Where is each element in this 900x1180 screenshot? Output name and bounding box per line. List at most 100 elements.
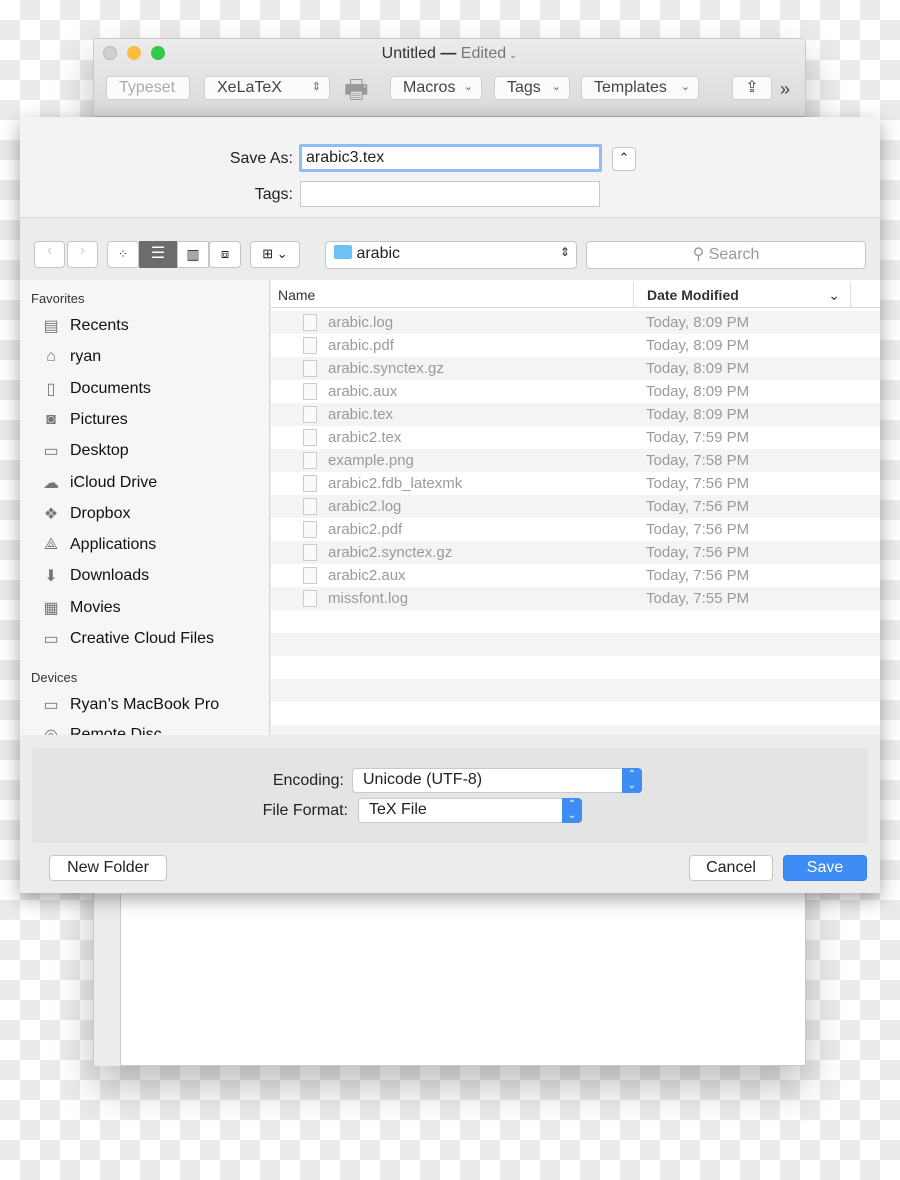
- file-icon: [303, 498, 317, 515]
- arrange-button[interactable]: ⊞ ⌄: [250, 241, 300, 268]
- macros-menu[interactable]: Macros ⌄: [390, 76, 482, 100]
- file-format-select[interactable]: TeX File ⌃ ⌄: [358, 798, 582, 823]
- empty-row: [271, 610, 880, 633]
- name-column-header[interactable]: Name: [278, 287, 315, 303]
- file-icon: [303, 337, 317, 354]
- file-icon: [303, 406, 317, 423]
- sidebar: Favorites ▤ Recents ⌂ ryan ▯ Documents ◙ Picture…: [20, 280, 270, 735]
- file-row[interactable]: arabic2.synctex.gz Today, 7:56 PM: [271, 541, 880, 564]
- empty-row: [271, 725, 880, 735]
- file-row[interactable]: arabic2.pdf Today, 7:56 PM: [271, 518, 880, 541]
- search-icon: ⚲: [692, 246, 705, 263]
- file-name: arabic2.fdb_latexmk: [328, 475, 463, 492]
- back-button[interactable]: ‹: [34, 241, 65, 268]
- file-date: Today, 7:59 PM: [646, 429, 750, 446]
- save-as-label: Save As:: [229, 150, 293, 167]
- file-icon: [303, 383, 317, 400]
- file-row[interactable]: arabic.synctex.gz Today, 8:09 PM: [271, 357, 880, 380]
- save-as-field[interactable]: arabic3.tex: [299, 144, 602, 172]
- engine-select[interactable]: XeLaTeX ⇕: [204, 76, 330, 100]
- file-date: Today, 8:09 PM: [646, 383, 750, 400]
- list-view-button[interactable]: ☰: [139, 241, 177, 268]
- sidebar-item-documents[interactable]: ▯ Documents: [40, 376, 151, 402]
- file-row[interactable]: missfont.log Today, 7:55 PM: [271, 587, 880, 610]
- save-button[interactable]: Save: [783, 855, 867, 881]
- location-popup[interactable]: arabic ⇕: [325, 241, 577, 269]
- favorites-header: Favorites: [31, 291, 85, 306]
- file-row[interactable]: arabic2.log Today, 7:56 PM: [271, 495, 880, 518]
- file-icon: [303, 567, 317, 584]
- devices-header: Devices: [31, 670, 78, 685]
- file-name: arabic.aux: [328, 383, 398, 400]
- downloads-icon: ⬇: [44, 568, 58, 586]
- folder-icon: [334, 245, 352, 259]
- file-row[interactable]: arabic.pdf Today, 8:09 PM: [271, 334, 880, 357]
- tags-menu[interactable]: Tags ⌄: [494, 76, 570, 100]
- sidebar-item-applications[interactable]: ⟁ Applications: [40, 532, 156, 558]
- sidebar-item-downloads[interactable]: ⬇ Downloads: [40, 563, 149, 589]
- toolbar-overflow-button[interactable]: »: [780, 79, 790, 100]
- search-field[interactable]: ⚲ Search: [586, 241, 866, 269]
- file-row[interactable]: arabic.log Today, 8:09 PM: [271, 311, 880, 334]
- file-icon: [303, 452, 317, 469]
- file-name: arabic.tex: [328, 406, 394, 423]
- folder-icon: ▭: [43, 631, 59, 648]
- share-icon[interactable]: ⇪: [732, 76, 772, 100]
- file-name: arabic2.pdf: [328, 521, 403, 538]
- print-icon[interactable]: 🖶: [344, 71, 376, 105]
- file-date: Today, 8:09 PM: [646, 406, 750, 423]
- save-as-section: Save As: arabic3.tex ⌃ Tags:: [20, 117, 880, 218]
- new-folder-button[interactable]: New Folder: [49, 855, 167, 881]
- save-dialog: Save As: arabic3.tex ⌃ Tags: ‹ › ⁘ ☰ ▥ ⧈…: [20, 117, 880, 893]
- sidebar-item-ryan[interactable]: ⌂ ryan: [40, 344, 101, 370]
- file-date: Today, 8:09 PM: [646, 360, 750, 377]
- sidebar-item-label: Pictures: [70, 410, 128, 428]
- encoding-label: Encoding:: [272, 772, 344, 789]
- sidebar-item-device[interactable]: ◎ Remote Disc: [40, 722, 162, 735]
- sidebar-item-label: ryan: [70, 348, 102, 366]
- window-title: Untitled — Edited ⌄: [381, 45, 518, 62]
- sidebar-item-label: Documents: [70, 379, 151, 397]
- file-icon: [303, 360, 317, 377]
- file-icon: [303, 521, 317, 538]
- file-date: Today, 7:56 PM: [646, 521, 750, 538]
- sidebar-item-pictures[interactable]: ◙ Pictures: [40, 407, 128, 433]
- file-row[interactable]: arabic2.fdb_latexmk Today, 7:56 PM: [271, 472, 880, 495]
- file-name: arabic2.synctex.gz: [328, 544, 453, 561]
- file-row[interactable]: arabic2.aux Today, 7:56 PM: [271, 564, 880, 587]
- camera-icon: ◙: [46, 410, 56, 428]
- empty-row: [271, 679, 880, 702]
- typeset-button[interactable]: Typeset: [106, 76, 190, 100]
- cancel-button[interactable]: Cancel: [689, 855, 773, 881]
- sidebar-item-dropbox[interactable]: ❖ Dropbox: [40, 501, 131, 527]
- sidebar-item-movies[interactable]: ▦ Movies: [40, 595, 120, 621]
- sidebar-item-desktop[interactable]: ▭ Desktop: [40, 438, 128, 464]
- applications-icon: ⟁: [43, 536, 59, 554]
- file-date: Today, 7:56 PM: [646, 544, 750, 561]
- desktop-icon: ▭: [43, 443, 59, 461]
- collapse-button[interactable]: ⌃: [612, 147, 636, 171]
- sidebar-item-creative-cloud-files[interactable]: ▭ Creative Cloud Files: [40, 626, 214, 652]
- sidebar-item-icloud-drive[interactable]: ☁ iCloud Drive: [40, 470, 157, 496]
- disc-icon: ◎: [40, 725, 62, 735]
- file-row[interactable]: arabic.tex Today, 8:09 PM: [271, 403, 880, 426]
- file-icon: [303, 429, 317, 446]
- date-column-header[interactable]: Date Modified ⌄: [633, 282, 851, 307]
- file-row[interactable]: arabic2.tex Today, 7:59 PM: [271, 426, 880, 449]
- templates-menu[interactable]: Templates ⌄: [581, 76, 699, 100]
- sidebar-item-recents[interactable]: ▤ Recents: [40, 313, 128, 339]
- encoding-select[interactable]: Unicode (UTF-8) ⌃ ⌄: [352, 768, 642, 793]
- sidebar-item-device[interactable]: ▭ Ryan’s MacBook Pro: [40, 692, 219, 718]
- tags-field[interactable]: [300, 181, 600, 207]
- forward-button[interactable]: ›: [67, 241, 98, 268]
- file-date: Today, 8:09 PM: [646, 314, 750, 331]
- column-view-button[interactable]: ▥: [177, 241, 209, 268]
- file-icon: [303, 314, 317, 331]
- sidebar-item-label: Remote Disc: [70, 726, 162, 735]
- file-row[interactable]: example.png Today, 7:58 PM: [271, 449, 880, 472]
- coverflow-view-button[interactable]: ⧈: [209, 241, 241, 268]
- file-name: missfont.log: [328, 590, 409, 607]
- file-row[interactable]: arabic.aux Today, 8:09 PM: [271, 380, 880, 403]
- file-name: arabic2.log: [328, 498, 402, 515]
- icon-view-button[interactable]: ⁘: [107, 241, 139, 268]
